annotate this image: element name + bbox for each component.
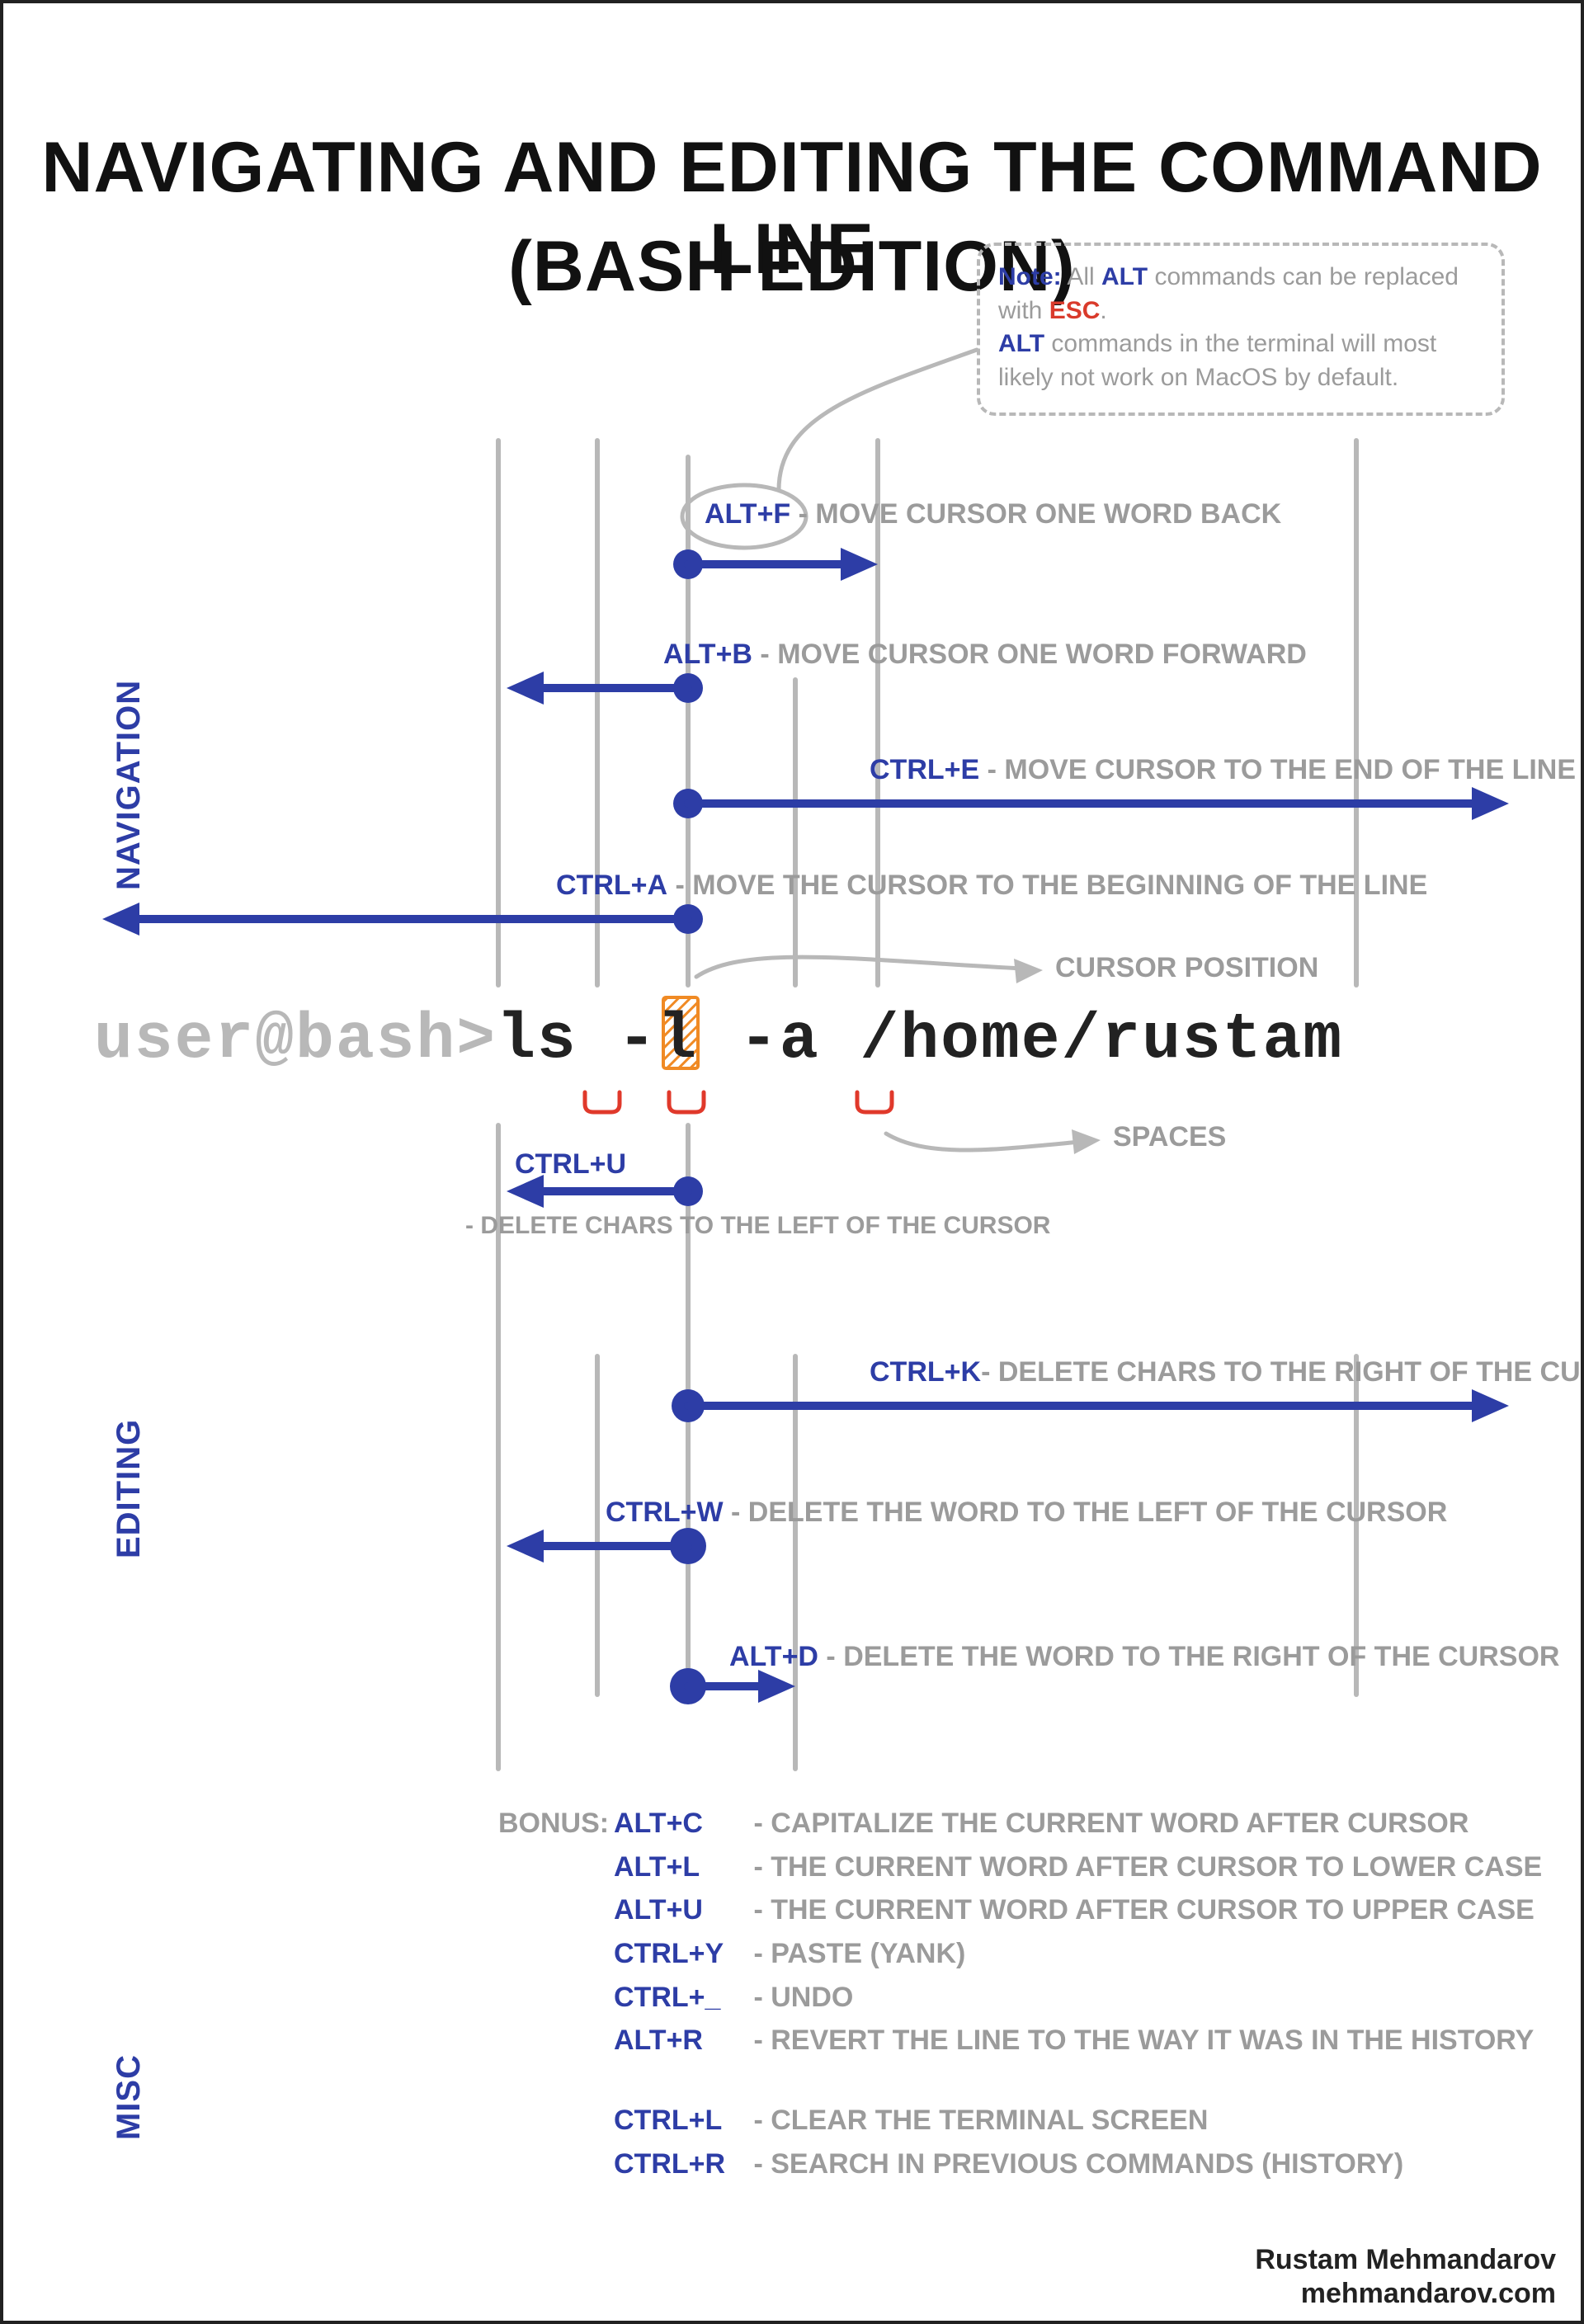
note-fragment: commands in the terminal will most likel… xyxy=(998,330,1436,391)
sc-ctrl-a: CTRL+A - MOVE THE CURSOR TO THE BEGINNIN… xyxy=(556,870,1427,902)
bonus-row: ALT+U - THE CURRENT WORD AFTER CURSOR TO… xyxy=(498,1888,1542,1932)
bonus-row: ALT+L - THE CURRENT WORD AFTER CURSOR TO… xyxy=(498,1846,1542,1889)
credit-site: mehmandarov.com xyxy=(1255,2277,1556,2311)
section-label-editing: EDITING xyxy=(111,1419,148,1558)
bonus-list: BONUS:ALT+C - CAPITALIZE THE CURRENT WOR… xyxy=(498,1802,1542,2062)
note-fragment: All xyxy=(1062,263,1101,290)
note-alt1: ALT xyxy=(1101,263,1148,290)
cmd-before-cursor: ls -l xyxy=(497,1004,698,1077)
note-box: Note: All ALT commands can be replaced w… xyxy=(977,243,1505,416)
bonus-row: BONUS:ALT+C - CAPITALIZE THE CURRENT WOR… xyxy=(498,1802,1542,1846)
sc-alt-b: ALT+B - MOVE CURSOR ONE WORD FORWARD xyxy=(663,639,1307,671)
note-esc: ESC xyxy=(1049,297,1101,324)
note-alt2: ALT xyxy=(998,330,1044,357)
sc-ctrl-k: CTRL+K- DELETE CHARS TO THE RIGHT OF THE… xyxy=(870,1356,1584,1388)
bonus-row: CTRL+_ - UNDO xyxy=(498,1976,1542,2020)
credit-author: Rustam Mehmandarov xyxy=(1255,2243,1556,2277)
note-label: Note: xyxy=(998,263,1062,290)
misc-list: .CTRL+L - CLEAR THE TERMINAL SCREEN .CTR… xyxy=(498,2099,1403,2185)
annot-spaces: SPACES xyxy=(1113,1121,1226,1153)
misc-row: .CTRL+R - SEARCH IN PREVIOUS COMMANDS (H… xyxy=(498,2143,1403,2186)
sc-ctrl-u-desc: - DELETE CHARS TO THE LEFT OF THE CURSOR xyxy=(465,1212,1050,1240)
sc-ctrl-e: CTRL+E - MOVE CURSOR TO THE END OF THE L… xyxy=(870,754,1576,786)
note-fragment: . xyxy=(1100,297,1106,324)
cheatsheet-page: NAVIGATING AND EDITING THE COMMAND LINE … xyxy=(0,0,1584,2324)
bonus-row: CTRL+Y - PASTE (YANK) xyxy=(498,1932,1542,1976)
cmd-after-cursor: -a /home/rustam xyxy=(739,1004,1343,1077)
prompt: user@bash> xyxy=(94,1004,497,1077)
sc-alt-f: ALT+F - MOVE CURSOR ONE WORD BACK xyxy=(705,498,1281,530)
sc-ctrl-w: CTRL+W - DELETE THE WORD TO THE LEFT OF … xyxy=(606,1497,1447,1529)
credits: Rustam Mehmandarov mehmandarov.com xyxy=(1255,2243,1556,2311)
sc-ctrl-u-key: CTRL+U xyxy=(515,1148,626,1181)
bonus-row: ALT+R - REVERT THE LINE TO THE WAY IT WA… xyxy=(498,2019,1542,2062)
misc-row: .CTRL+L - CLEAR THE TERMINAL SCREEN xyxy=(498,2099,1403,2143)
section-label-navigation: NAVIGATION xyxy=(111,680,148,890)
section-label-misc: MISC xyxy=(111,2054,148,2140)
sc-alt-d: ALT+D - DELETE THE WORD TO THE RIGHT OF … xyxy=(729,1641,1559,1673)
annot-cursor-position: CURSOR POSITION xyxy=(1055,952,1318,984)
command-line: user@bash>ls -l -a /home/rustam xyxy=(94,1004,1343,1077)
